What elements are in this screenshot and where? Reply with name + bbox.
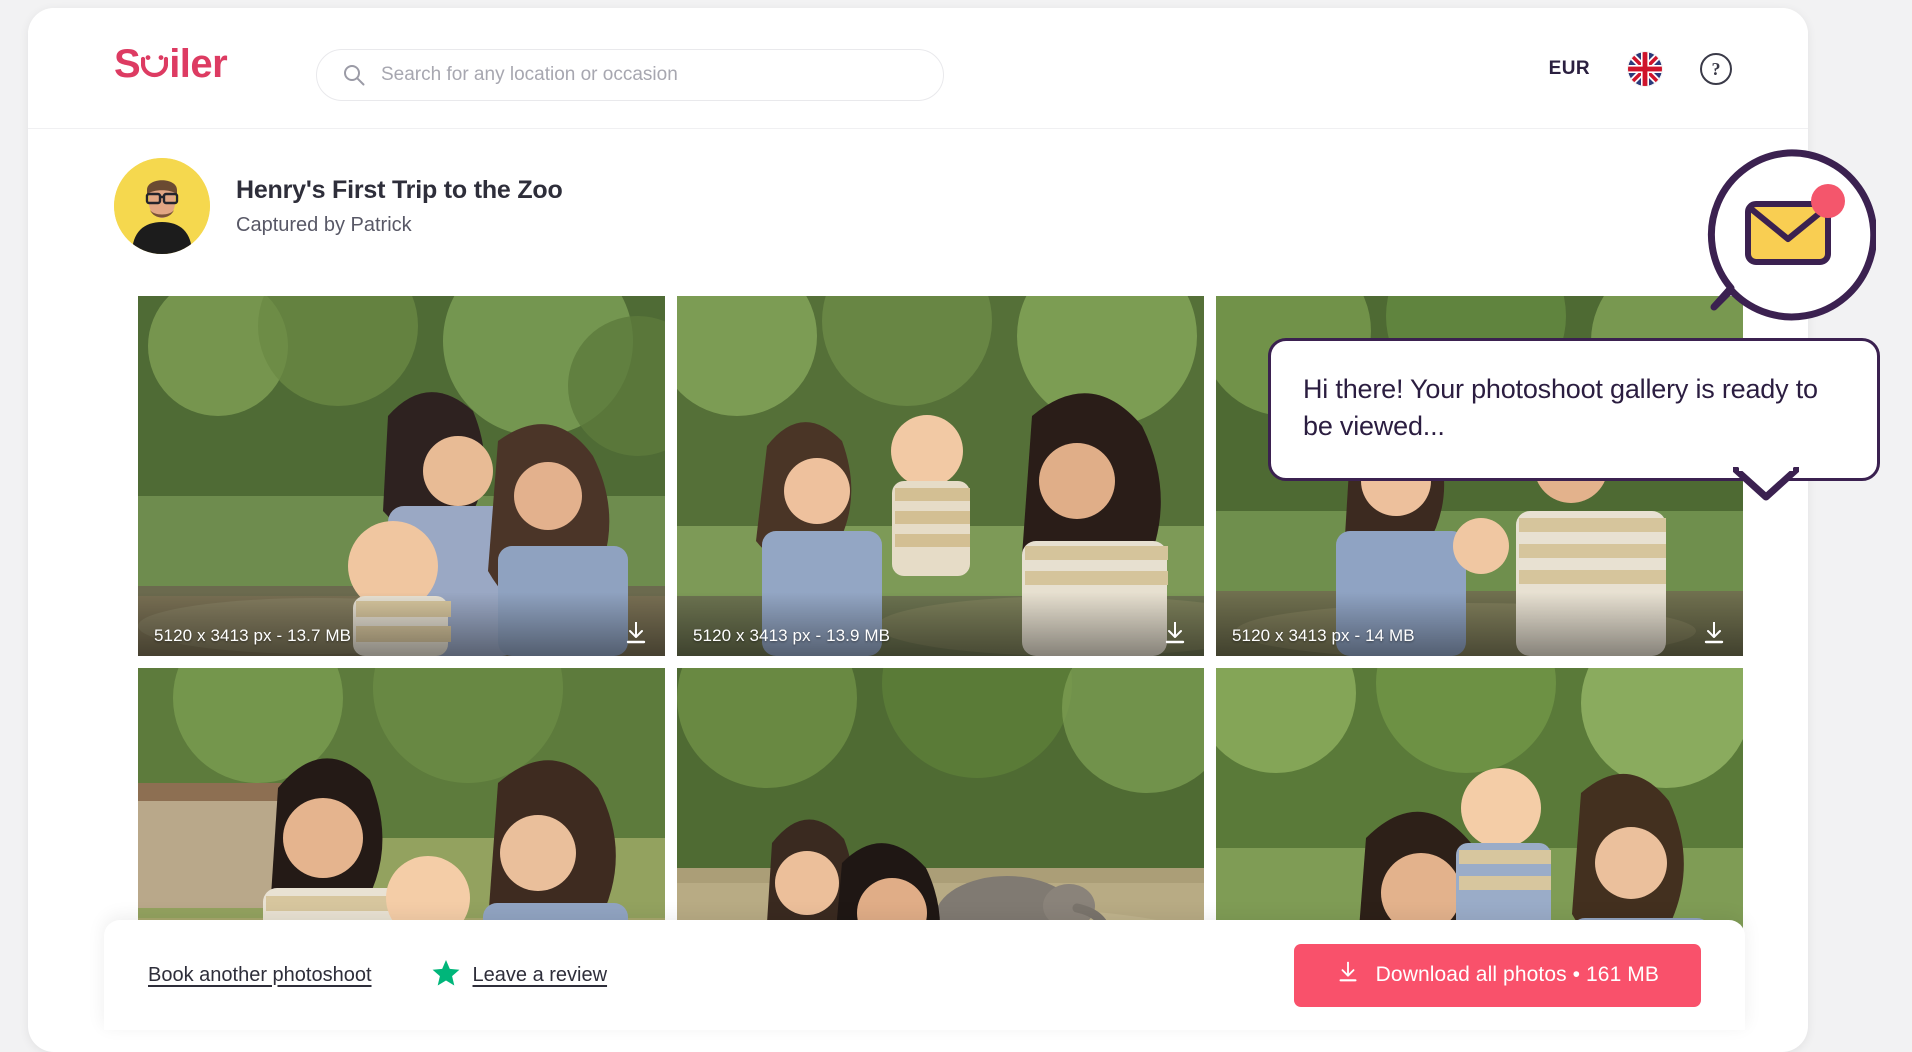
download-icon[interactable] xyxy=(623,620,649,646)
smiler-logo[interactable]: Siler xyxy=(114,42,228,86)
gallery-header: Henry's First Trip to the Zoo Captured b… xyxy=(114,158,563,254)
page-root: Siler EUR xyxy=(0,0,1912,1052)
photo-thumbnail[interactable]: 5120 x 3413 px - 13.9 MB xyxy=(677,296,1204,656)
logo-smile-icon xyxy=(141,49,169,79)
search-input[interactable] xyxy=(381,64,881,86)
download-all-label: Download all photos • 161 MB xyxy=(1375,963,1659,986)
star-icon xyxy=(432,959,460,992)
search-icon xyxy=(343,64,365,86)
chat-widget-button[interactable] xyxy=(1700,147,1878,323)
site-header: Siler EUR xyxy=(28,8,1808,129)
page-title: Henry's First Trip to the Zoo xyxy=(236,176,563,205)
download-all-photos-button[interactable]: Download all photos • 161 MB xyxy=(1293,943,1701,1007)
review-link-label: Leave a review xyxy=(472,963,608,986)
action-bar: Book another photoshoot Leave a review D… xyxy=(104,920,1745,1030)
download-icon xyxy=(1336,960,1360,990)
download-icon[interactable] xyxy=(1162,620,1188,646)
chat-message-text: Hi there! Your photoshoot gallery is rea… xyxy=(1303,374,1818,442)
logo-letter-s: S xyxy=(114,42,141,86)
gallery-meta-text: Henry's First Trip to the Zoo Captured b… xyxy=(236,175,563,236)
book-another-photoshoot-link[interactable]: Book another photoshoot xyxy=(148,964,372,987)
download-icon[interactable] xyxy=(1701,620,1727,646)
currency-selector[interactable]: EUR xyxy=(1549,58,1590,80)
uk-flag-icon[interactable] xyxy=(1628,52,1662,86)
help-icon[interactable]: ? xyxy=(1700,53,1732,85)
logo-letters-iler: iler xyxy=(169,42,228,86)
photographer-credit: Captured by Patrick xyxy=(236,213,412,236)
header-actions: EUR ? xyxy=(1549,52,1732,86)
photo-thumbnail[interactable]: 5120 x 3413 px - 13.7 MB xyxy=(138,296,665,656)
search-bar[interactable] xyxy=(316,49,944,101)
action-links: Book another photoshoot Leave a review xyxy=(148,959,607,992)
photographer-avatar xyxy=(114,158,210,254)
leave-a-review-link[interactable]: Leave a review xyxy=(432,959,608,992)
bubble-tail-icon xyxy=(1730,463,1802,506)
chat-message-bubble[interactable]: Hi there! Your photoshoot gallery is rea… xyxy=(1268,338,1880,500)
app-window: Siler EUR xyxy=(28,8,1808,1052)
